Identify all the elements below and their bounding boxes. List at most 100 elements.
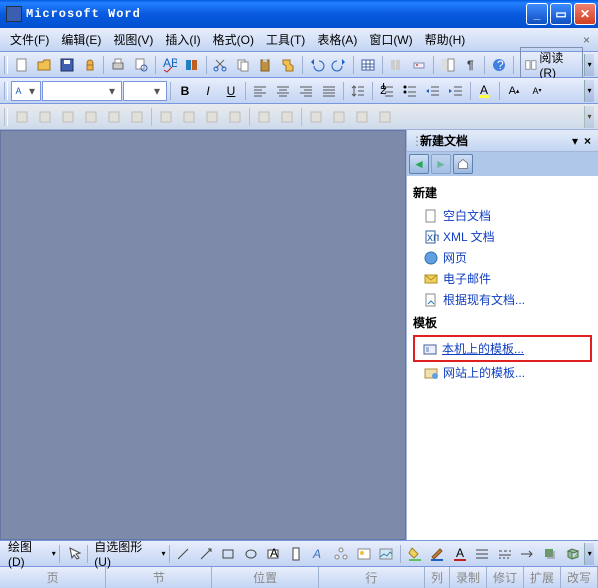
svg-text:2: 2 [380, 83, 387, 97]
link-web-templates[interactable]: 网站上的模板... [413, 362, 592, 383]
textbox-icon[interactable]: A [263, 543, 285, 565]
format-painter-icon[interactable] [277, 54, 299, 76]
menu-bar: 文件(F) 编辑(E) 视图(V) 插入(I) 格式(O) 工具(T) 表格(A… [0, 28, 598, 52]
menu-window[interactable]: 窗口(W) [363, 29, 418, 50]
menu-table[interactable]: 表格(A) [311, 29, 363, 50]
style-combo[interactable]: A▾ [11, 81, 41, 101]
grow-font-icon[interactable]: A▴ [503, 80, 525, 102]
toolbar-options-icon[interactable]: ▾ [584, 106, 594, 128]
highlight-color-icon[interactable]: A [474, 80, 496, 102]
align-center-icon[interactable] [272, 80, 294, 102]
font-color-icon[interactable]: A [449, 543, 471, 565]
doc-map-icon[interactable] [437, 54, 459, 76]
toolbar-options-icon[interactable]: ▾ [584, 543, 594, 565]
link-blank-document[interactable]: 空白文档 [413, 205, 592, 226]
align-right-icon[interactable] [295, 80, 317, 102]
open-icon[interactable] [34, 54, 56, 76]
task-pane-dropdown-icon[interactable]: ▾ [569, 134, 581, 148]
clipart-icon[interactable] [353, 543, 375, 565]
status-extend[interactable]: 扩展 [524, 567, 561, 588]
align-justify-icon[interactable] [318, 80, 340, 102]
save-icon[interactable] [56, 54, 78, 76]
shrink-font-icon[interactable]: A▾ [526, 80, 548, 102]
columns-icon[interactable] [386, 54, 408, 76]
reading-layout-button[interactable]: 阅读(R) [520, 47, 584, 82]
status-overwrite[interactable]: 改写 [561, 567, 598, 588]
link-label: 电子邮件 [443, 270, 491, 287]
arrow-style-icon[interactable] [517, 543, 539, 565]
print-icon[interactable] [107, 54, 129, 76]
nav-forward-icon: ► [431, 154, 451, 174]
link-local-templates[interactable]: 本机上的模板... [416, 338, 589, 359]
menu-insert[interactable]: 插入(I) [159, 29, 206, 50]
font-name-combo[interactable]: ▾ [42, 81, 122, 101]
line-color-icon[interactable] [426, 543, 448, 565]
draw-menu[interactable]: 绘图(D) [5, 538, 51, 569]
rectangle-icon[interactable] [218, 543, 240, 565]
arrow-icon[interactable] [195, 543, 217, 565]
link-xml-document[interactable]: xml XML 文档 [413, 226, 592, 247]
nav-home-icon[interactable] [453, 154, 473, 174]
insert-table-icon[interactable] [357, 54, 379, 76]
dash-style-icon[interactable] [494, 543, 516, 565]
permission-icon[interactable] [79, 54, 101, 76]
redo-icon[interactable] [329, 54, 351, 76]
line-icon[interactable] [172, 543, 194, 565]
new-document-icon[interactable] [11, 54, 33, 76]
print-preview-icon[interactable] [130, 54, 152, 76]
shadow-icon[interactable] [539, 543, 561, 565]
link-web-page[interactable]: 网页 [413, 247, 592, 268]
decrease-indent-icon[interactable] [422, 80, 444, 102]
spelling-icon[interactable]: ABC [158, 54, 180, 76]
line-style-icon[interactable] [472, 543, 494, 565]
maximize-button[interactable]: ▭ [550, 3, 572, 25]
show-marks-icon[interactable]: ¶ [460, 54, 482, 76]
numbered-list-icon[interactable]: 12 [376, 80, 398, 102]
align-left-icon[interactable] [249, 80, 271, 102]
menu-expand-icon[interactable]: × [579, 31, 594, 49]
link-email[interactable]: 电子邮件 [413, 268, 592, 289]
toolbar-grip[interactable] [4, 82, 8, 100]
diagram-icon[interactable] [330, 543, 352, 565]
select-objects-icon[interactable] [63, 543, 85, 565]
vertical-textbox-icon[interactable] [285, 543, 307, 565]
menu-edit[interactable]: 编辑(E) [55, 29, 107, 50]
line-spacing-icon[interactable] [347, 80, 369, 102]
font-size-combo[interactable]: ▾ [123, 81, 167, 101]
italic-button[interactable]: I [197, 80, 219, 102]
wordart-icon[interactable]: A [308, 543, 330, 565]
menu-help[interactable]: 帮助(H) [419, 29, 472, 50]
insert-picture-icon[interactable] [375, 543, 397, 565]
minimize-button[interactable]: _ [526, 3, 548, 25]
autoshapes-menu[interactable]: 自选图形(U) [91, 538, 160, 569]
increase-indent-icon[interactable] [445, 80, 467, 102]
nav-back-icon[interactable]: ◄ [409, 154, 429, 174]
research-icon[interactable] [181, 54, 203, 76]
toolbar-grip[interactable] [4, 108, 8, 126]
cut-icon[interactable] [210, 54, 232, 76]
toolbar-grip[interactable] [4, 56, 8, 74]
3d-icon[interactable] [562, 543, 584, 565]
document-area[interactable] [0, 130, 406, 540]
menu-tools[interactable]: 工具(T) [260, 29, 311, 50]
toolbar-options-icon[interactable]: ▾ [584, 54, 594, 76]
status-revision[interactable]: 修订 [487, 567, 524, 588]
window-close-button[interactable]: ✕ [574, 3, 596, 25]
help-icon[interactable]: ? [488, 54, 510, 76]
undo-icon[interactable] [306, 54, 328, 76]
oval-icon[interactable] [240, 543, 262, 565]
underline-button[interactable]: U [220, 80, 242, 102]
fill-color-icon[interactable] [404, 543, 426, 565]
copy-icon[interactable] [232, 54, 254, 76]
bulleted-list-icon[interactable] [399, 80, 421, 102]
paste-icon[interactable] [255, 54, 277, 76]
status-record[interactable]: 录制 [450, 567, 487, 588]
link-from-existing[interactable]: 根据现有文档... [413, 289, 592, 310]
drawing-toolbar-icon[interactable] [408, 54, 430, 76]
menu-format[interactable]: 格式(O) [207, 29, 260, 50]
menu-file[interactable]: 文件(F) [4, 29, 55, 50]
toolbar-options-icon[interactable]: ▾ [584, 80, 594, 102]
bold-button[interactable]: B [174, 80, 196, 102]
task-pane-close-icon[interactable]: × [581, 134, 594, 148]
menu-view[interactable]: 视图(V) [107, 29, 159, 50]
